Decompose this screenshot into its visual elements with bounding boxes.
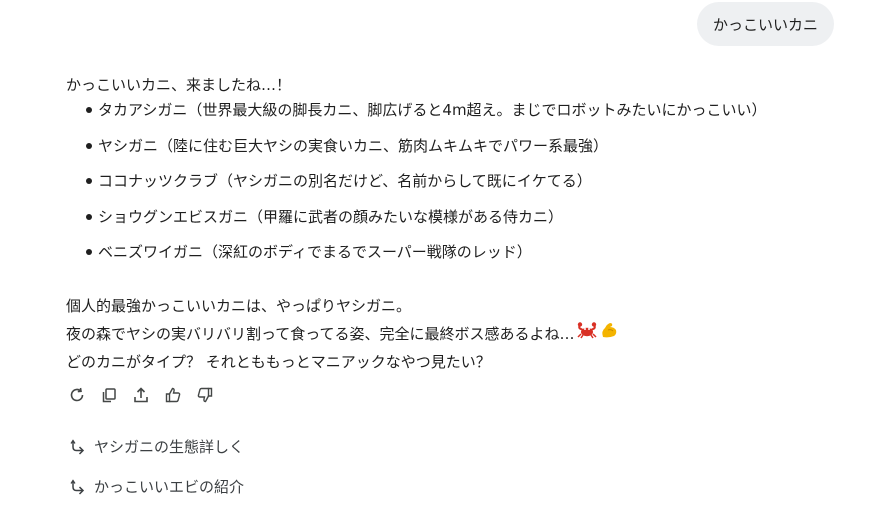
list-item: ヤシガニ（陸に住む巨大ヤシの実食いカニ、筋肉ムキムキでパワー系最強） (66, 135, 866, 171)
crab-emoji (576, 320, 597, 348)
reply-summary: 個人的最強かっこいいカニは、やっぱりヤシガニ。 夜の森でヤシの実バリバリ割って食… (66, 292, 866, 377)
summary-line-text: 夜の森でヤシの実バリバリ割って食ってる姿、完全に最終ボス感あるよね… (66, 324, 575, 343)
thumbs-up-button[interactable] (162, 384, 184, 406)
suggestion-arrow-icon (70, 438, 85, 455)
assistant-reply: かっこいいカニ、来ましたね…！ タカアシガニ（世界最大級の脚長カニ、脚広げると4… (66, 74, 866, 376)
thumbs-down-icon (197, 387, 213, 403)
thumbs-up-icon (165, 387, 181, 403)
user-message-bubble: かっこいいカニ (696, 2, 834, 46)
regenerate-button[interactable] (66, 384, 88, 406)
regenerate-icon (70, 387, 84, 402)
share-icon (134, 387, 148, 403)
summary-line: 個人的最強かっこいいカニは、やっぱりヤシガニ。 (66, 296, 412, 315)
crab-list: タカアシガニ（世界最大級の脚長カニ、脚広げると4m超え。まじでロボットみたいにか… (66, 99, 866, 277)
flexed-biceps-emoji (599, 320, 619, 348)
summary-line: どのカニがタイプ？ それとももっとマニアックなやつ見たい？ (66, 353, 491, 371)
list-item: ベニズワイガニ（深紅のボディでまるでスーパー戦隊のレッド） (66, 241, 866, 277)
reply-intro: かっこいいカニ、来ましたね…！ (66, 76, 292, 94)
list-item: タカアシガニ（世界最大級の脚長カニ、脚広げると4m超え。まじでロボットみたいにか… (66, 99, 866, 135)
copy-icon (102, 388, 116, 403)
list-item: ココナッツクラブ（ヤシガニの別名だけど、名前からして既にイケてる） (66, 170, 866, 206)
share-button[interactable] (130, 384, 152, 406)
suggestion-chip[interactable]: ヤシガニの生態詳しく (68, 436, 244, 457)
suggestion-label: かっこいいエビの紹介 (94, 478, 245, 496)
summary-line-with-emoji: 夜の森でヤシの実バリバリ割って食ってる姿、完全に最終ボス感あるよね… (66, 320, 866, 349)
list-item: ショウグンエビスガニ（甲羅に武者の顔みたいな模様がある侍カニ） (66, 206, 866, 242)
copy-button[interactable] (98, 384, 120, 406)
suggestion-arrow-icon (70, 478, 85, 495)
response-actions (66, 384, 216, 406)
suggestion-chip[interactable]: かっこいいエビの紹介 (68, 476, 244, 497)
thumbs-down-button[interactable] (194, 384, 216, 406)
suggestion-label: ヤシガニの生態詳しく (94, 438, 245, 456)
user-message-text: かっこいいカニ (712, 15, 818, 34)
